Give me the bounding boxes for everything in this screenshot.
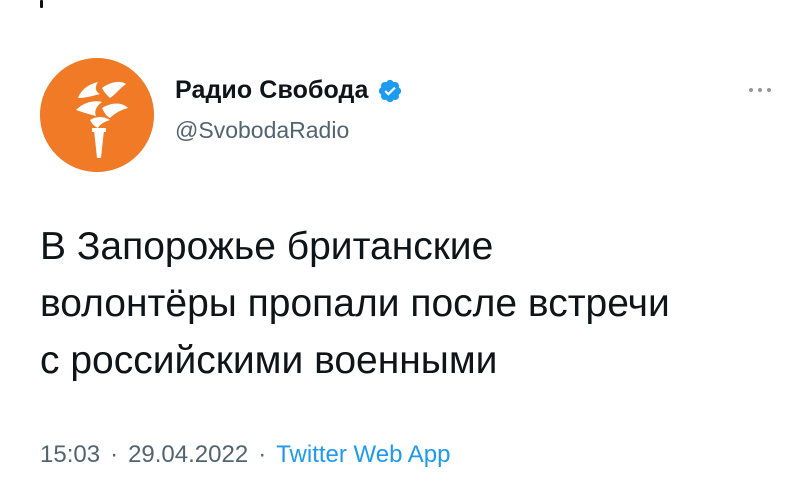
tweet-source-link[interactable]: Twitter Web App (276, 441, 450, 469)
tweet-card: Радио Свобода @SvobodaRadio В Запорожье … (0, 0, 797, 503)
more-dot (767, 88, 771, 92)
more-options-icon[interactable] (749, 88, 771, 92)
name-row: Радио Свобода (175, 76, 403, 105)
avatar[interactable] (40, 58, 154, 172)
rfe-rl-torch-logo-icon (40, 58, 154, 172)
tweet-time[interactable]: 15:03 (40, 441, 100, 469)
tweet-date[interactable]: 29.04.2022 (128, 441, 248, 469)
verified-badge-icon (377, 78, 403, 104)
previous-content-fragment (40, 0, 43, 8)
more-dot (758, 88, 762, 92)
display-name[interactable]: Радио Свобода (175, 76, 369, 105)
tweet-text: В Запорожье британские волонтёры пропали… (40, 225, 670, 382)
more-dot (749, 88, 753, 92)
meta-separator: · (258, 441, 267, 468)
account-handle[interactable]: @SvobodaRadio (175, 117, 349, 144)
meta-separator: · (110, 441, 119, 468)
tweet-meta: 15:03 · 29.04.2022 · Twitter Web App (40, 441, 451, 469)
